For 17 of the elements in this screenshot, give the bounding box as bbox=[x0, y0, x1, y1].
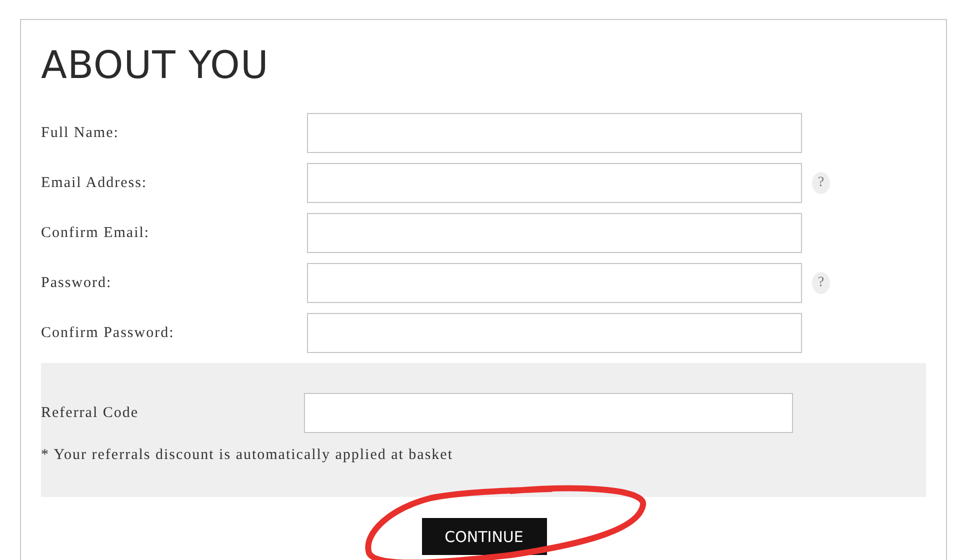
field-label: Email Address: bbox=[41, 174, 148, 192]
input-field[interactable] bbox=[307, 213, 802, 253]
continue-button[interactable]: CONTINUE bbox=[422, 518, 546, 555]
field-label: Full Name: bbox=[41, 124, 120, 142]
field-label: Referral Code bbox=[41, 404, 140, 422]
field-label: Password: bbox=[41, 274, 113, 292]
help-icon[interactable]: ? bbox=[812, 172, 830, 194]
input-field[interactable] bbox=[307, 113, 802, 153]
field-label: Confirm Email: bbox=[41, 224, 151, 242]
input-field[interactable] bbox=[304, 393, 793, 433]
field-label: Confirm Password: bbox=[41, 324, 176, 342]
input-field[interactable] bbox=[307, 313, 802, 353]
referral-note: * Your referrals discount is automatically applied at basket bbox=[41, 447, 454, 464]
page-title: ABOUT YOU bbox=[41, 42, 270, 88]
input-field[interactable] bbox=[307, 163, 802, 203]
help-icon[interactable]: ? bbox=[812, 272, 830, 294]
input-field[interactable] bbox=[307, 263, 802, 303]
